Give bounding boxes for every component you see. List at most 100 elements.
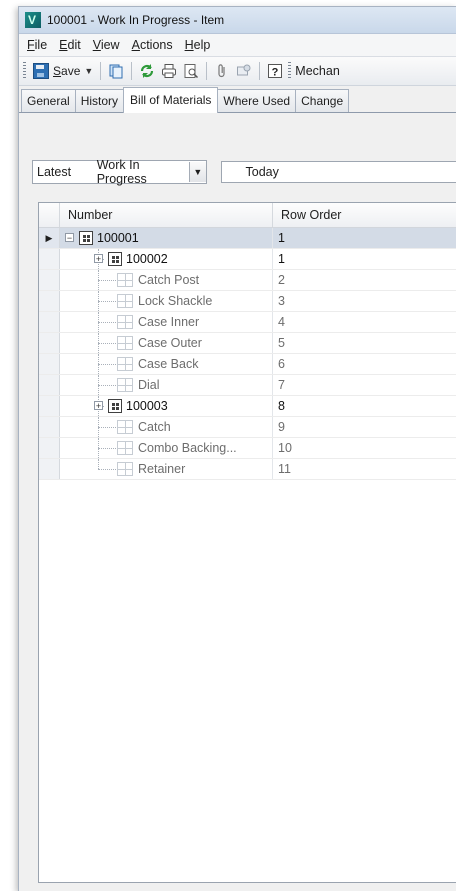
tab-where-used[interactable]: Where Used — [217, 89, 296, 112]
item-name: Retainer — [138, 462, 185, 476]
cell-number[interactable]: Case Back — [60, 354, 273, 374]
toolbar-grip[interactable] — [288, 62, 291, 80]
row-indicator[interactable] — [39, 270, 60, 290]
column-header-number[interactable]: Number — [60, 203, 273, 227]
row-indicator[interactable] — [39, 375, 60, 395]
part-icon — [117, 357, 133, 371]
chevron-down-icon[interactable]: ▼ — [189, 162, 205, 182]
item-window: 100001 - Work In Progress - Item File Ed… — [18, 6, 456, 891]
row-indicator[interactable] — [39, 459, 60, 479]
lifecycle-button[interactable] — [233, 60, 255, 82]
cell-number[interactable]: Lock Shackle — [60, 291, 273, 311]
cell-row-order[interactable]: 1 — [273, 249, 456, 269]
row-indicator[interactable] — [39, 396, 60, 416]
menu-view[interactable]: View — [89, 38, 128, 52]
cell-number[interactable]: Combo Backing... — [60, 438, 273, 458]
save-icon — [33, 63, 49, 79]
cell-row-order[interactable]: 9 — [273, 417, 456, 437]
cell-number[interactable]: Catch Post — [60, 270, 273, 290]
table-row[interactable]: Combo Backing...10 — [39, 438, 456, 459]
table-row[interactable]: Catch9 — [39, 417, 456, 438]
tab-bill-of-materials[interactable]: Bill of Materials — [123, 87, 218, 113]
window-title: 100001 - Work In Progress - Item — [47, 13, 224, 27]
copy-button[interactable] — [105, 60, 127, 82]
tab-change[interactable]: Change — [295, 89, 349, 112]
current-row-indicator-icon[interactable]: ▶ — [39, 228, 60, 248]
refresh-icon — [139, 63, 155, 79]
row-indicator[interactable] — [39, 333, 60, 353]
table-row[interactable]: +1000021 — [39, 249, 456, 270]
row-indicator[interactable] — [39, 438, 60, 458]
save-button[interactable]: Save ▼ — [30, 60, 96, 82]
table-row[interactable]: Case Back6 — [39, 354, 456, 375]
table-row[interactable]: Catch Post2 — [39, 270, 456, 291]
menu-help[interactable]: Help — [181, 38, 219, 52]
table-row[interactable]: Case Outer 5 — [39, 333, 456, 354]
expand-toggle-icon[interactable]: + — [94, 401, 103, 410]
cell-row-order[interactable]: 4 — [273, 312, 456, 332]
revision-filter-dropdown[interactable]: Latest Work In Progress ▼ — [32, 160, 207, 184]
row-indicator[interactable] — [39, 312, 60, 332]
item-name: Case Outer — [138, 336, 202, 350]
cell-number[interactable]: Retainer — [60, 459, 273, 479]
tab-history[interactable]: History — [75, 89, 124, 112]
row-indicator-header — [39, 203, 60, 227]
cell-number[interactable]: +100002 — [60, 249, 273, 269]
toolbar-grip[interactable] — [23, 62, 26, 80]
menu-file[interactable]: File — [23, 38, 55, 52]
help-button[interactable]: ? — [264, 60, 286, 82]
column-header-row-order[interactable]: Row Order — [273, 203, 456, 227]
tree-connector — [98, 459, 99, 469]
cell-number[interactable]: −100001 — [60, 228, 273, 248]
table-row[interactable]: +1000038 — [39, 396, 456, 417]
menu-actions[interactable]: Actions — [128, 38, 181, 52]
row-indicator[interactable] — [39, 291, 60, 311]
row-indicator[interactable] — [39, 249, 60, 269]
tree-connector — [98, 343, 118, 344]
cell-number[interactable]: Catch — [60, 417, 273, 437]
table-row[interactable]: Lock Shackle3 — [39, 291, 456, 312]
cell-number[interactable]: Case Outer — [60, 333, 273, 353]
attach-button[interactable] — [211, 60, 233, 82]
item-number: 100002 — [126, 252, 168, 266]
row-indicator[interactable] — [39, 354, 60, 374]
cell-row-order[interactable]: 8 — [273, 396, 456, 416]
cell-row-order[interactable]: 2 — [273, 270, 456, 290]
print-preview-button[interactable] — [180, 60, 202, 82]
cell-row-order[interactable]: 10 — [273, 438, 456, 458]
menu-edit[interactable]: Edit — [55, 38, 89, 52]
grid-header: Number Row Order — [39, 203, 456, 228]
table-row[interactable]: Retainer 11 — [39, 459, 456, 480]
grid-body: ▶−1000011+1000021Catch Post2Lock Shackle… — [39, 228, 456, 480]
cell-row-order[interactable]: 3 — [273, 291, 456, 311]
part-icon — [117, 294, 133, 308]
print-button[interactable] — [158, 60, 180, 82]
refresh-button[interactable] — [136, 60, 158, 82]
table-row[interactable]: Dial7 — [39, 375, 456, 396]
save-accelerator: S — [53, 64, 61, 78]
cell-row-order[interactable]: 11 — [273, 459, 456, 479]
save-dropdown-arrow-icon[interactable]: ▼ — [84, 66, 93, 76]
table-row[interactable]: Case Inner 4 — [39, 312, 456, 333]
cell-row-order[interactable]: 1 — [273, 228, 456, 248]
row-indicator[interactable] — [39, 417, 60, 437]
cell-number[interactable]: Dial — [60, 375, 273, 395]
expand-toggle-icon[interactable]: + — [94, 254, 103, 263]
cell-row-order[interactable]: 7 — [273, 375, 456, 395]
tree-connector — [98, 364, 118, 365]
cell-row-order[interactable]: 5 — [273, 333, 456, 353]
cell-row-order[interactable]: 6 — [273, 354, 456, 374]
assembly-icon — [108, 252, 122, 266]
toolbar-separator — [100, 62, 101, 80]
cell-number[interactable]: Case Inner — [60, 312, 273, 332]
bom-panel: Latest Work In Progress ▼ Today Number R… — [19, 138, 456, 891]
filter-bar: Latest Work In Progress ▼ Today — [32, 160, 456, 184]
cell-number[interactable]: +100003 — [60, 396, 273, 416]
effective-date-field[interactable]: Today — [221, 161, 456, 183]
tab-general[interactable]: General — [21, 89, 76, 112]
collapse-toggle-icon[interactable]: − — [65, 233, 74, 242]
category-field[interactable]: Mechan — [295, 64, 339, 78]
menu-file-accelerator: F — [27, 38, 35, 52]
item-name: Case Inner — [138, 315, 199, 329]
table-row[interactable]: ▶−1000011 — [39, 228, 456, 249]
